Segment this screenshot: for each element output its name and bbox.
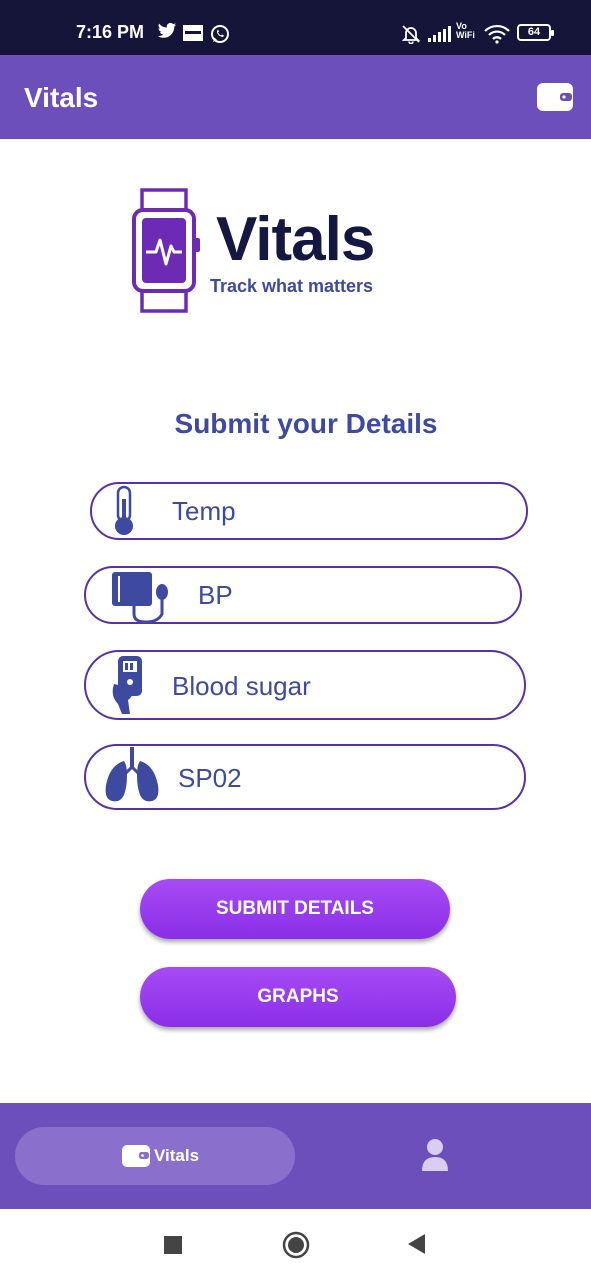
news-icon [183, 25, 203, 41]
nav-tab-vitals-label: Vitals [154, 1146, 200, 1165]
submit-details-button[interactable]: SUBMIT DETAILS [140, 879, 450, 939]
wallet-icon [537, 83, 573, 111]
bp-field[interactable]: BP [84, 566, 522, 624]
form-title: Submit your Details [174, 408, 438, 439]
vowifi-wifi-label: WiFi [456, 30, 475, 40]
logo-tagline: Track what matters [210, 276, 374, 296]
nav-tab-profile[interactable] [418, 1137, 452, 1173]
status-bar: 7:16 PM Vo WiFi 64 [0, 0, 591, 55]
glucometer-icon [108, 652, 148, 718]
home-circle-icon[interactable] [282, 1231, 310, 1259]
app-logo: Vitals Track what matters [130, 188, 410, 313]
spo2-placeholder: SP02 [178, 763, 242, 793]
spo2-field[interactable]: SP02 [84, 744, 526, 810]
twitter-icon [157, 22, 177, 38]
nav-tab-vitals[interactable]: Vitals [15, 1127, 295, 1185]
wallet-button[interactable] [536, 81, 574, 113]
temp-placeholder: Temp [172, 496, 236, 526]
vowifi-icon: Vo WiFi [456, 22, 480, 40]
bp-placeholder: BP [198, 580, 233, 610]
system-navigation-bar [0, 1209, 591, 1280]
blood-pressure-monitor-icon [110, 568, 176, 624]
thermometer-icon [110, 484, 138, 538]
blood-sugar-field[interactable]: Blood sugar [84, 650, 526, 720]
muted-bell-icon [401, 25, 421, 44]
graphs-button[interactable]: GRAPHS [140, 967, 456, 1027]
page-title: Vitals [24, 82, 99, 113]
lungs-icon [102, 746, 162, 808]
status-time: 7:16 PM [76, 22, 145, 42]
temp-field[interactable]: Temp [90, 482, 528, 540]
app-bar: Vitals [0, 55, 591, 139]
wallet-icon [122, 1145, 150, 1167]
bottom-navigation: Vitals [0, 1103, 591, 1209]
person-icon [422, 1139, 448, 1171]
battery-icon: 64 [517, 24, 554, 41]
blood-sugar-placeholder: Blood sugar [172, 671, 311, 701]
back-triangle-icon[interactable] [406, 1233, 426, 1255]
whatsapp-icon [211, 25, 229, 43]
logo-wordmark: Vitals [216, 205, 375, 274]
signal-icon [428, 26, 451, 42]
battery-level: 64 [527, 26, 541, 38]
wifi-icon [484, 24, 510, 44]
recents-square-icon[interactable] [164, 1236, 182, 1254]
smartwatch-heartbeat-icon [132, 188, 200, 313]
